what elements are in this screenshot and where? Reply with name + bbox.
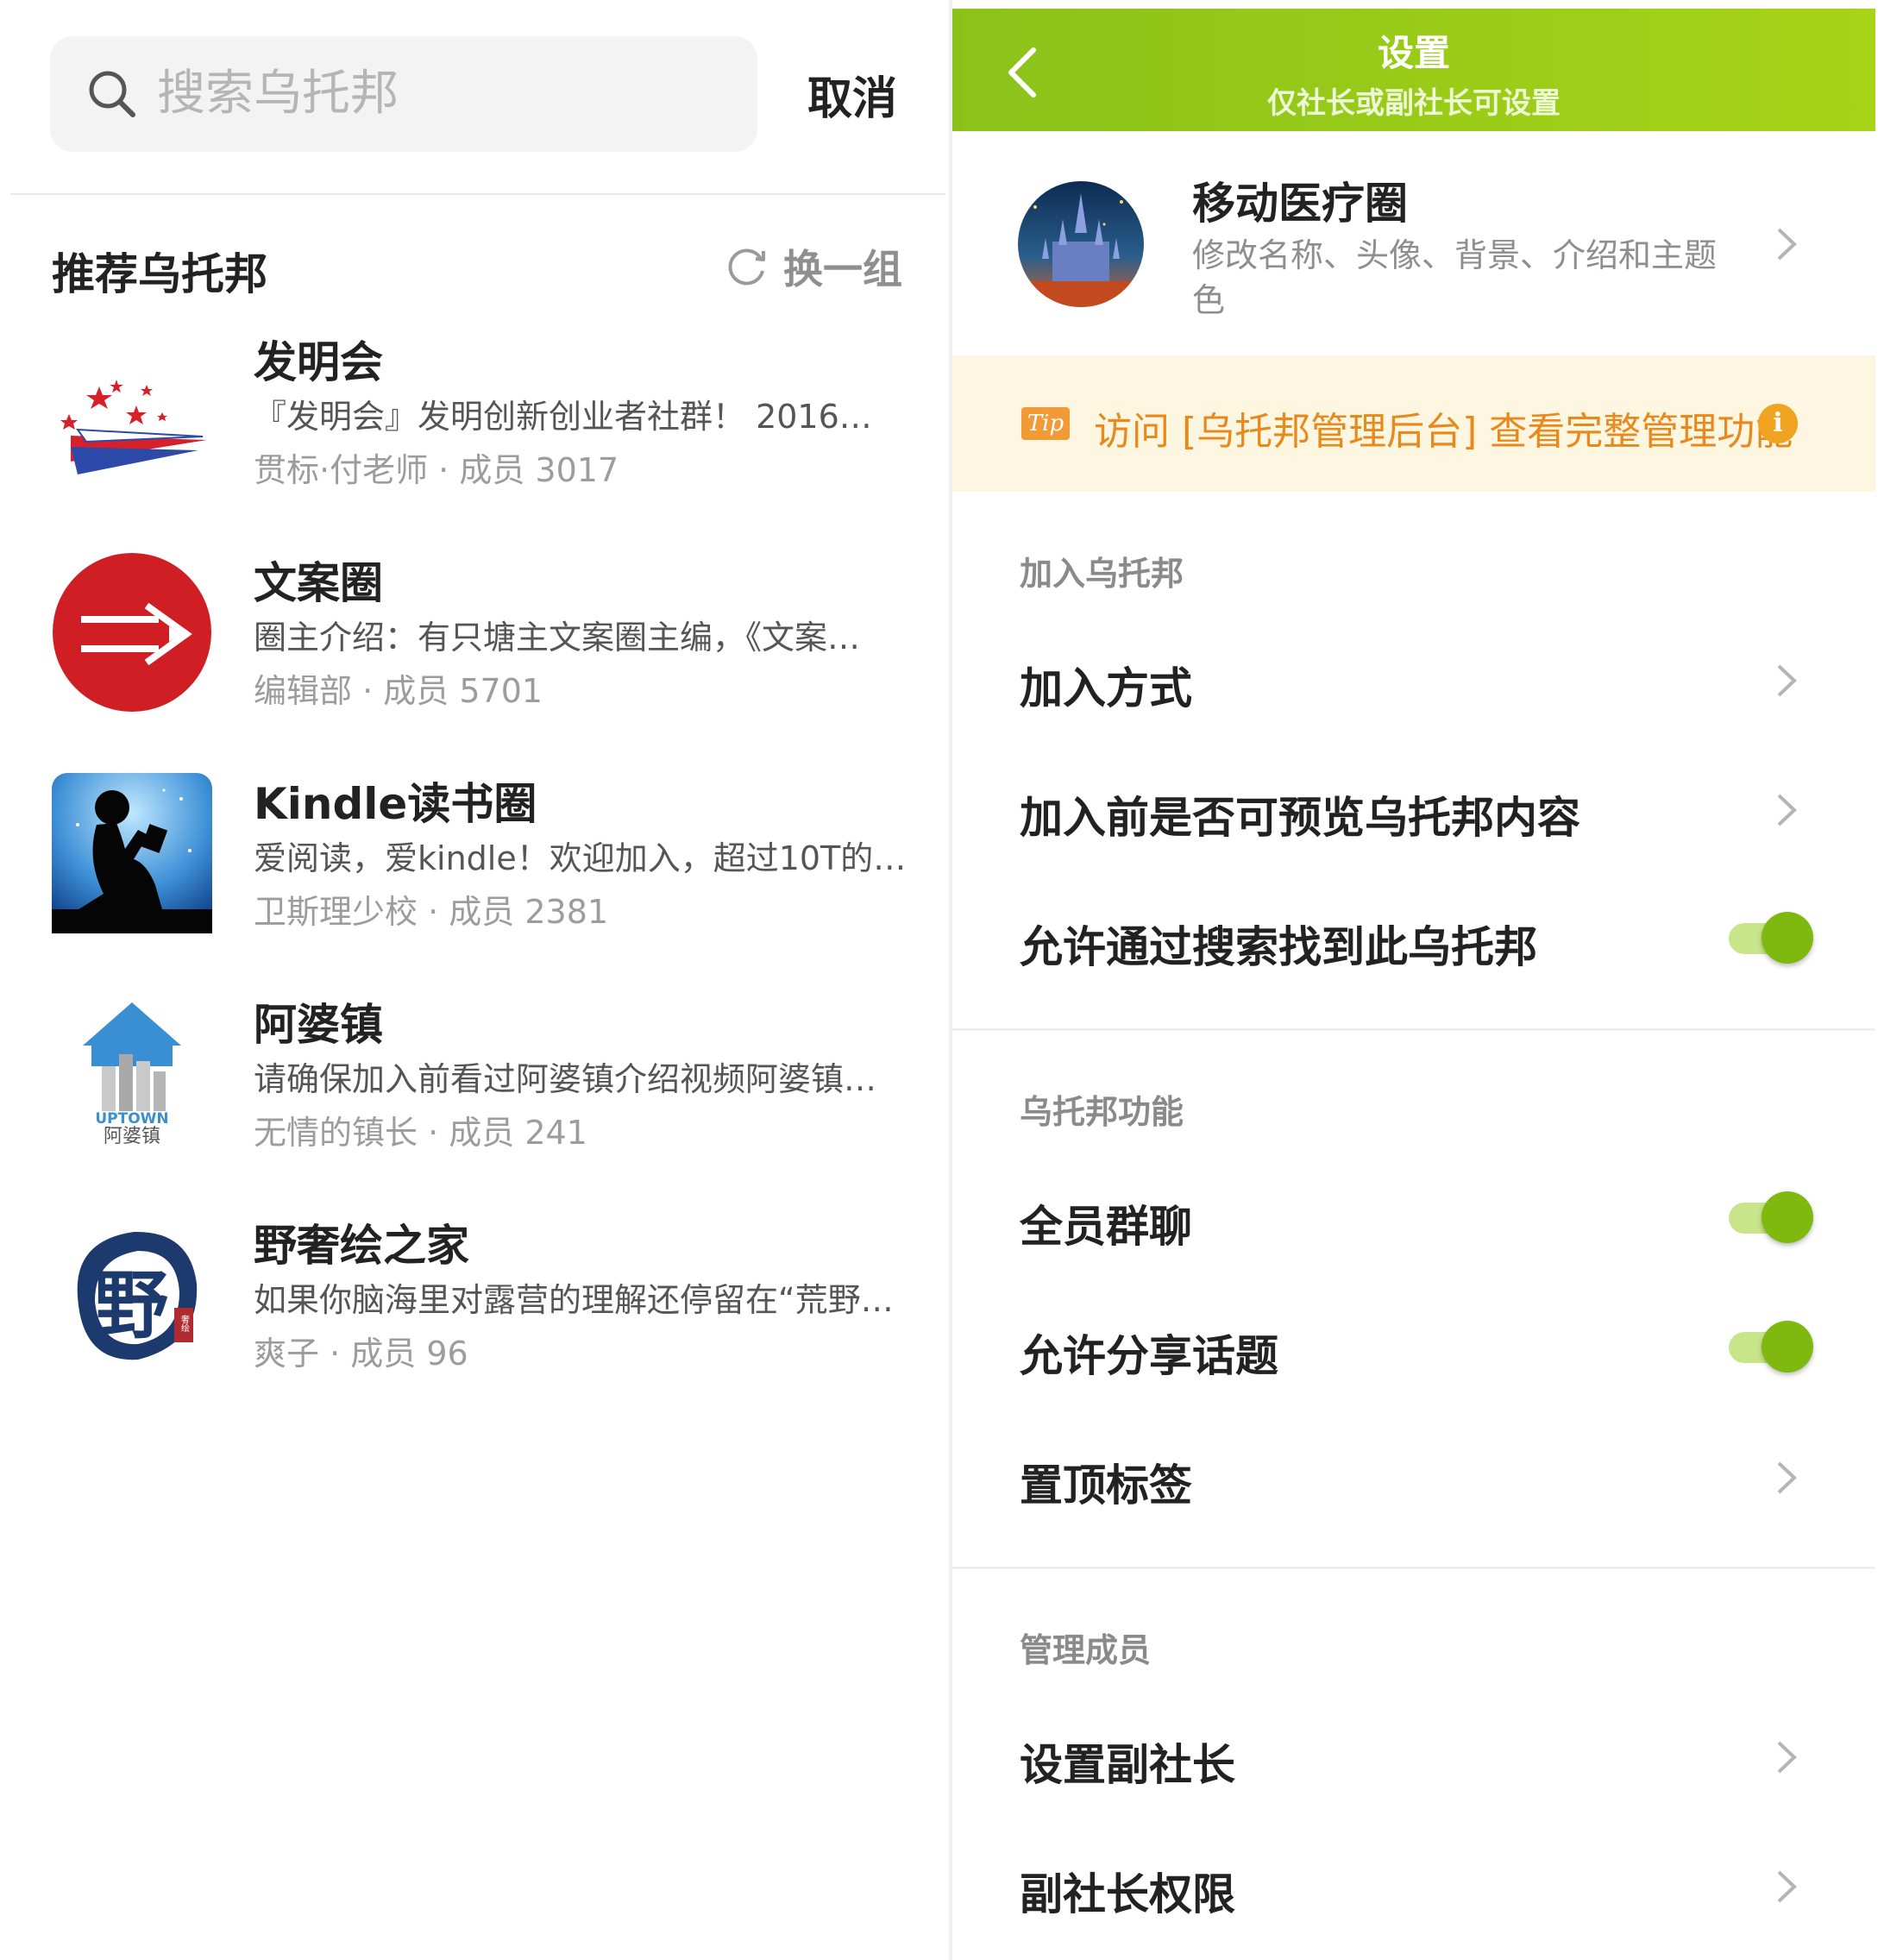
group-owner: 编辑部 xyxy=(254,672,353,710)
info-icon[interactable]: i xyxy=(1758,404,1798,443)
searchable-label: 允许通过搜索找到此乌托邦 xyxy=(1020,922,1537,972)
group-members: 成员 96 xyxy=(350,1335,468,1373)
group-owner: 卫斯理少校 xyxy=(254,893,418,931)
group-desc: 如果你脑海里对露营的理解还停留在“荒野… xyxy=(254,1281,894,1319)
search-icon xyxy=(89,71,135,117)
section-join-label: 加入乌托邦 xyxy=(1020,555,1184,593)
circle-name: 移动医疗圈 xyxy=(1192,179,1408,229)
group-chat-toggle[interactable] xyxy=(1729,1189,1813,1246)
pinned-tags-row[interactable]: 置顶标签 xyxy=(1020,1451,1192,1513)
set-vice-row[interactable]: 设置副社长 xyxy=(1020,1731,1235,1793)
recommend-title: 推荐乌托邦 xyxy=(52,249,267,299)
page-subtitle: 仅社长或副社长可设置 xyxy=(1267,86,1561,121)
divider xyxy=(952,1567,1875,1569)
refresh-icon xyxy=(728,248,765,286)
profile-row[interactable]: 移动医疗圈 修改名称、头像、背景、介绍和主题色 xyxy=(952,131,1875,355)
search-panel: 搜索乌托邦 取消 推荐乌托邦 换一组 发明会 『发明会』发明创新创业者社群！ 2… xyxy=(0,0,949,1960)
group-owner: 贯标·付老师 xyxy=(254,451,429,489)
preview-before-join-row[interactable]: 加入前是否可预览乌托邦内容 xyxy=(1020,783,1580,845)
group-item[interactable]: UPTOWN 阿婆镇 阿婆镇 请确保加入前看过阿婆镇介绍视频阿婆镇… 无情的镇长… xyxy=(52,990,914,1172)
settings-panel: 设置 仅社长或副社长可设置 移动医疗圈 修改名称、头像、背景、介绍和主题色 Ti… xyxy=(952,0,1884,1960)
pencil-logo-icon xyxy=(53,553,211,712)
group-members: 成员 3017 xyxy=(459,451,619,489)
group-desc: 爱阅读，爱kindle！欢迎加入，超过10T的… xyxy=(254,839,907,877)
meta-separator: · xyxy=(418,893,449,931)
refresh-label: 换一组 xyxy=(783,246,902,292)
ye-char: 野 xyxy=(94,1262,168,1349)
tip-text: 访问 [乌托邦管理后台] 查看完整管理功能 xyxy=(1094,410,1793,454)
invention-logo-icon xyxy=(52,345,212,506)
group-name: 发明会 xyxy=(254,337,383,387)
chevron-right-icon xyxy=(1777,794,1797,826)
meta-separator: · xyxy=(428,451,460,489)
group-desc: 『发明会』发明创新创业者社群！ 2016… xyxy=(254,398,872,436)
group-desc: 圈主介绍：有只塘主文案圈主编，《文案… xyxy=(254,619,861,656)
group-name: 野奢绘之家 xyxy=(254,1221,469,1271)
kindle-logo-icon xyxy=(52,773,212,933)
cancel-button[interactable]: 取消 xyxy=(807,62,897,127)
page-title: 设置 xyxy=(1377,32,1450,74)
group-owner: 无情的镇长 xyxy=(254,1114,418,1152)
group-members: 成员 241 xyxy=(449,1114,587,1152)
group-item[interactable]: 野 奢绘 野奢绘之家 如果你脑海里对露营的理解还停留在“荒野… 爽子 · 成员 … xyxy=(52,1211,914,1392)
group-members: 成员 2381 xyxy=(449,893,609,931)
vice-permissions-row[interactable]: 副社长权限 xyxy=(1020,1860,1235,1922)
group-meta: 编辑部 · 成员 5701 xyxy=(254,664,543,712)
circle-edit-hint: 修改名称、头像、背景、介绍和主题色 xyxy=(1192,236,1718,319)
group-meta: 卫斯理少校 · 成员 2381 xyxy=(254,885,608,933)
group-chat-label: 全员群聊 xyxy=(1020,1202,1192,1252)
section-features-label: 乌托邦功能 xyxy=(1020,1093,1184,1131)
uptown-logo-icon: UPTOWN 阿婆镇 xyxy=(52,994,212,1154)
group-meta: 爽子 · 成员 96 xyxy=(254,1327,468,1374)
admin-tip-banner[interactable]: Tip 访问 [乌托邦管理后台] 查看完整管理功能 i xyxy=(952,355,1875,492)
divider xyxy=(952,1028,1875,1031)
group-desc: 请确保加入前看过阿婆镇介绍视频阿婆镇… xyxy=(254,1060,877,1098)
avatar xyxy=(1018,181,1144,307)
search-placeholder: 搜索乌托邦 xyxy=(157,66,399,122)
group-owner: 爽子 xyxy=(254,1335,320,1373)
ye-seal: 奢绘 xyxy=(179,1314,190,1333)
search-input[interactable]: 搜索乌托邦 xyxy=(50,36,757,152)
chevron-right-icon xyxy=(1777,1741,1797,1774)
group-meta: 无情的镇长 · 成员 241 xyxy=(254,1106,587,1153)
refresh-button[interactable]: 换一组 xyxy=(723,238,902,295)
uptown-cn: 阿婆镇 xyxy=(104,1126,160,1147)
ye-logo-icon: 野 奢绘 xyxy=(52,1215,212,1375)
group-members: 成员 5701 xyxy=(383,672,543,710)
group-name: Kindle读书圈 xyxy=(254,779,537,829)
chevron-right-icon xyxy=(1777,228,1797,261)
group-name: 文案圈 xyxy=(254,558,383,608)
section-members-label: 管理成员 xyxy=(1020,1631,1152,1669)
group-name: 阿婆镇 xyxy=(254,1000,383,1050)
meta-separator: · xyxy=(319,1335,351,1373)
group-item[interactable]: Kindle读书圈 爱阅读，爱kindle！欢迎加入，超过10T的… 卫斯理少校… xyxy=(52,770,914,951)
group-item[interactable]: 发明会 『发明会』发明创新创业者社群！ 2016… 贯标·付老师 · 成员 30… xyxy=(52,328,914,509)
divider xyxy=(10,193,945,195)
tip-badge: Tip xyxy=(1021,407,1070,440)
chevron-right-icon xyxy=(1777,1461,1797,1494)
share-topics-toggle[interactable] xyxy=(1729,1318,1813,1375)
meta-separator: · xyxy=(418,1114,449,1152)
group-meta: 贯标·付老师 · 成员 3017 xyxy=(254,443,619,491)
meta-separator: · xyxy=(352,672,384,710)
share-topics-label: 允许分享话题 xyxy=(1020,1331,1278,1381)
searchable-toggle[interactable] xyxy=(1729,909,1813,966)
chevron-right-icon xyxy=(1777,664,1797,697)
uptown-text: UPTOWN xyxy=(95,1110,168,1128)
group-item[interactable]: 文案圈 圈主介绍：有只塘主文案圈主编，《文案… 编辑部 · 成员 5701 xyxy=(52,549,914,730)
chevron-right-icon xyxy=(1777,1870,1797,1903)
join-method-row[interactable]: 加入方式 xyxy=(1020,654,1192,716)
settings-header: 设置 仅社长或副社长可设置 xyxy=(952,9,1875,131)
